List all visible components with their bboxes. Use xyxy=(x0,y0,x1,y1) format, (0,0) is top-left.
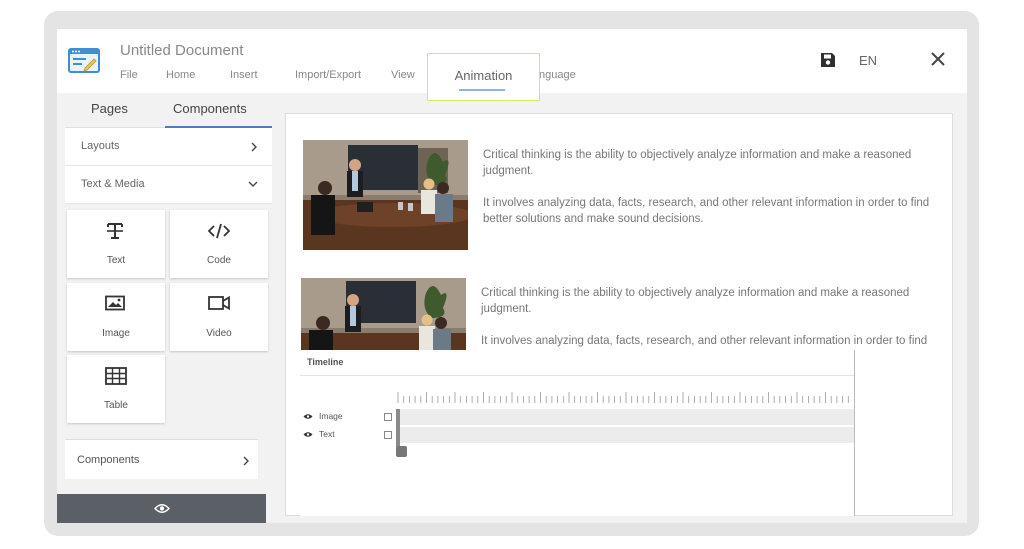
language-selector[interactable]: EN xyxy=(859,53,877,68)
paragraph-2b[interactable]: It involves analyzing data, facts, resea… xyxy=(481,333,951,349)
left-panel: Pages Components Layouts Text & Media Te… xyxy=(57,93,272,523)
section-layouts[interactable]: Layouts xyxy=(65,128,272,166)
tab-components[interactable]: Components xyxy=(173,101,247,116)
menu-language[interactable]: nguage xyxy=(539,69,576,81)
tile-video[interactable]: Video xyxy=(170,283,268,351)
meeting-photo-1[interactable] xyxy=(303,140,468,250)
section-text-media[interactable]: Text & Media xyxy=(65,166,272,204)
close-icon[interactable] xyxy=(930,51,946,67)
track-text-lane[interactable] xyxy=(396,427,855,443)
tile-code[interactable]: Code xyxy=(170,210,268,278)
save-icon[interactable] xyxy=(820,52,836,68)
tab-pages[interactable]: Pages xyxy=(91,101,128,116)
tile-text-label: Text xyxy=(106,255,126,266)
paragraph-1b[interactable]: It involves analyzing data, facts, resea… xyxy=(483,195,943,227)
chevron-right-icon xyxy=(243,456,249,466)
tile-image-label: Image xyxy=(102,328,130,339)
text-icon xyxy=(107,223,123,239)
track-image-label: Image xyxy=(319,411,343,421)
playhead-handle[interactable] xyxy=(396,446,407,457)
component-tiles: Text Code Image Video Table xyxy=(65,210,272,457)
meeting-photo-2[interactable] xyxy=(301,278,466,350)
timeline-panel: Timeline 051015202530354045505560657075 … xyxy=(300,350,855,516)
track-text-checkbox[interactable] xyxy=(384,431,392,439)
track-image-lane[interactable] xyxy=(396,409,855,425)
table-icon xyxy=(105,367,127,385)
timeline-end-marker xyxy=(854,350,855,516)
timeline-ruler[interactable] xyxy=(396,390,855,404)
panel-tabs: Pages Components xyxy=(57,93,272,129)
tile-image[interactable]: Image xyxy=(67,283,165,351)
menu-home[interactable]: Home xyxy=(166,69,195,81)
paragraph-1a[interactable]: Critical thinking is the ability to obje… xyxy=(483,147,943,179)
menu-file[interactable]: File xyxy=(120,69,138,81)
timeline-title: Timeline xyxy=(307,357,344,367)
header: Untitled Document File Home Insert Impor… xyxy=(57,29,967,101)
eye-icon[interactable] xyxy=(303,431,313,438)
editor-app: Untitled Document File Home Insert Impor… xyxy=(57,29,967,523)
tile-text[interactable]: Text xyxy=(67,210,165,278)
menu-insert[interactable]: Insert xyxy=(230,69,258,81)
timeline-playhead[interactable] xyxy=(396,409,400,447)
chevron-right-icon xyxy=(251,142,257,152)
section-layouts-label: Layouts xyxy=(81,140,120,152)
menu-animation-highlighted[interactable]: Animation xyxy=(427,53,540,101)
track-image-checkbox[interactable] xyxy=(384,413,392,421)
tile-table[interactable]: Table xyxy=(67,355,165,423)
tile-table-label: Table xyxy=(104,400,128,411)
app-logo-icon xyxy=(68,48,100,73)
menu-import-export[interactable]: Import/Export xyxy=(295,69,361,81)
section-components[interactable]: Components xyxy=(65,439,258,479)
paragraph-2a[interactable]: Critical thinking is the ability to obje… xyxy=(481,285,941,317)
video-icon xyxy=(208,295,230,311)
chevron-down-icon xyxy=(248,181,258,187)
preview-button[interactable] xyxy=(57,494,266,523)
tile-video-label: Video xyxy=(206,328,232,339)
active-menu-underline xyxy=(459,89,505,91)
section-components-label: Components xyxy=(77,454,140,466)
eye-icon xyxy=(154,504,170,513)
menu-animation-label: Animation xyxy=(454,68,513,83)
document-title[interactable]: Untitled Document xyxy=(120,42,243,59)
eye-icon[interactable] xyxy=(303,413,313,420)
image-icon xyxy=(105,295,125,311)
timeline-divider xyxy=(300,375,855,376)
track-text-label: Text xyxy=(319,429,335,439)
menu-view[interactable]: View xyxy=(391,69,415,81)
code-icon xyxy=(208,223,230,239)
section-text-media-label: Text & Media xyxy=(81,178,145,190)
tile-code-label: Code xyxy=(207,255,231,266)
